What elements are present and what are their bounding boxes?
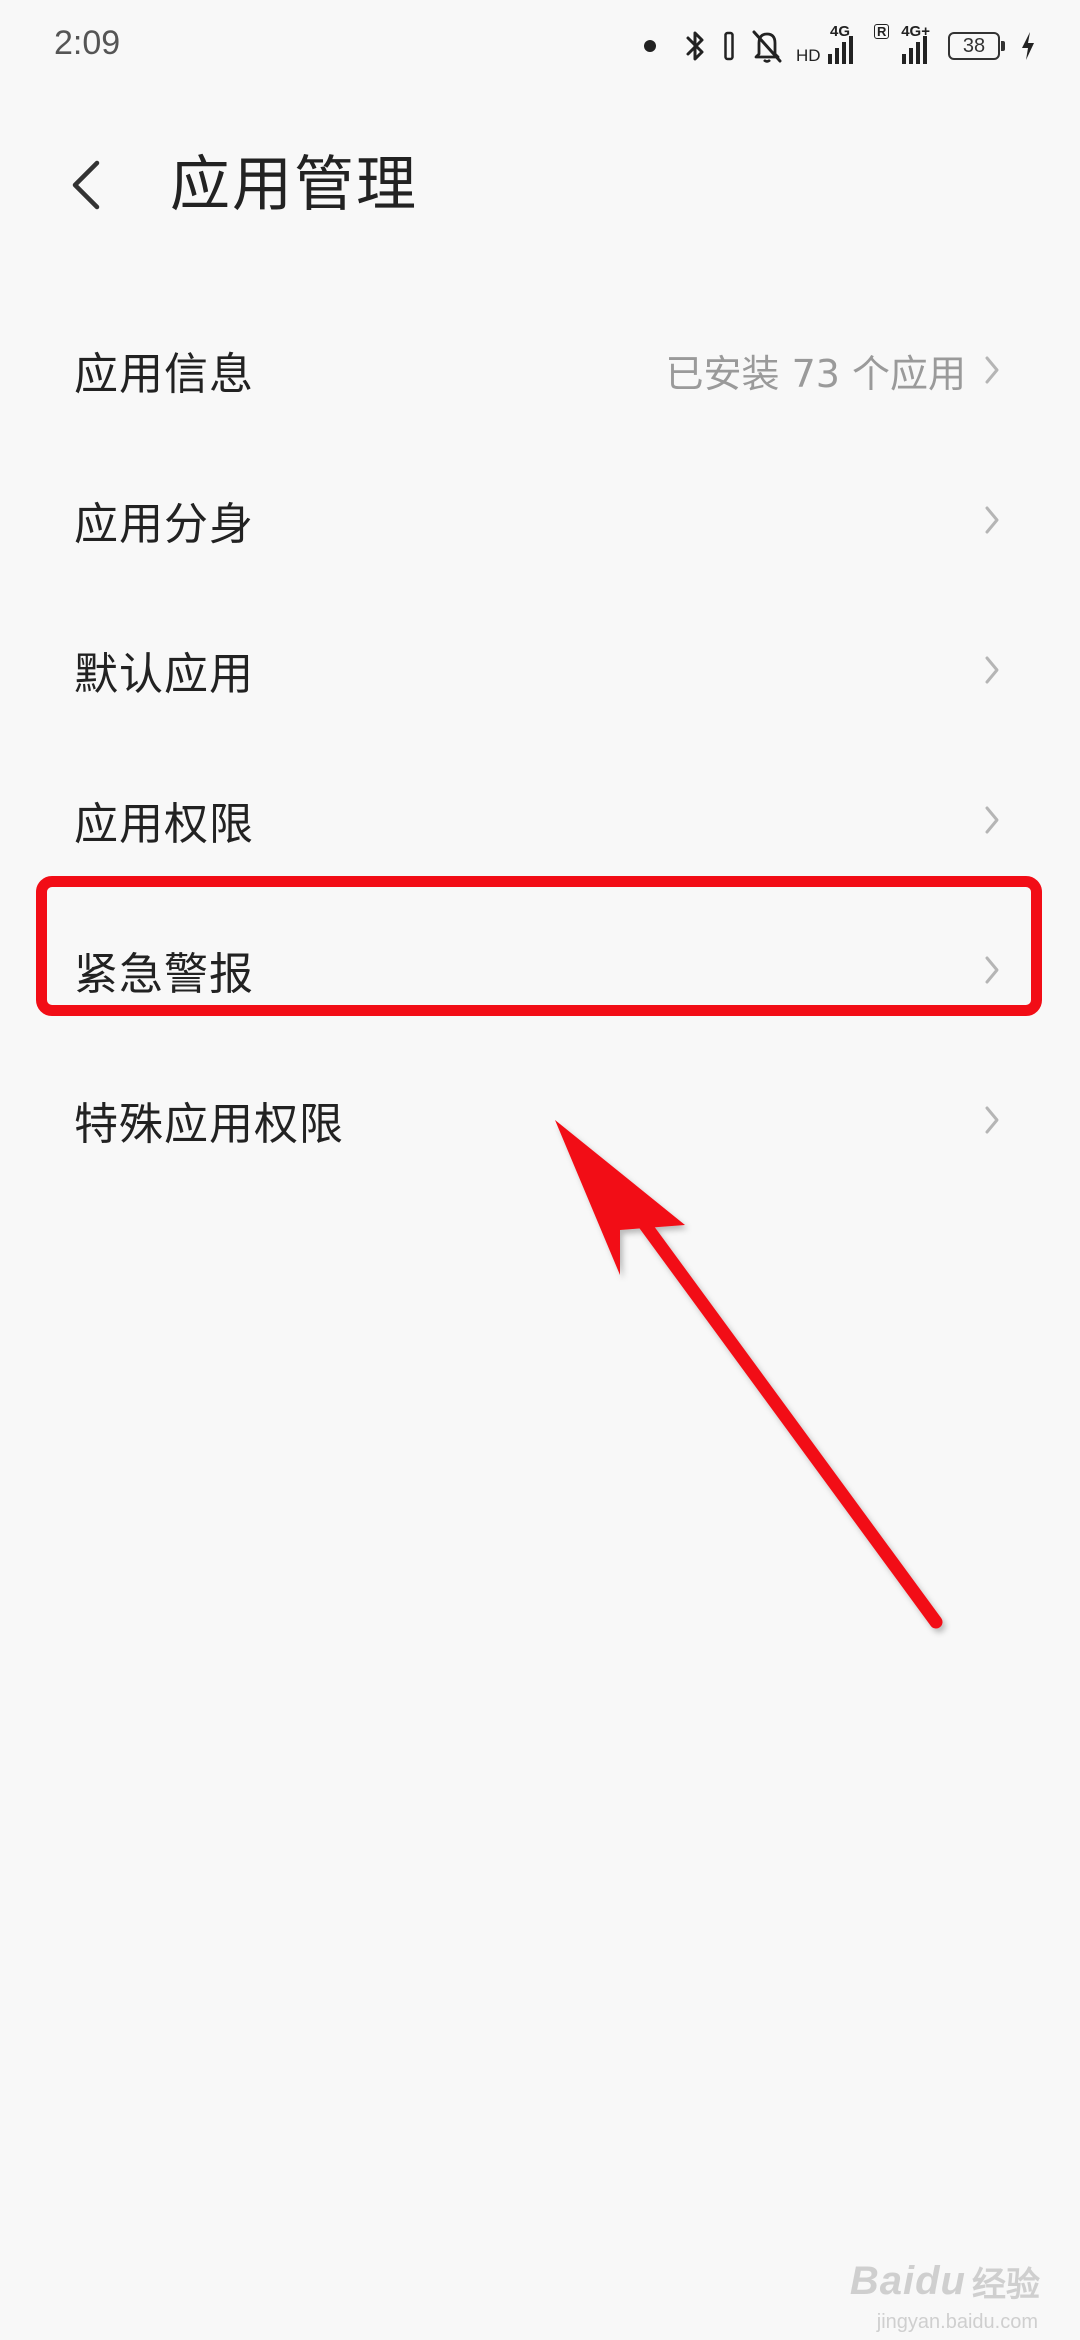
signal-1: 4G HD — [796, 24, 856, 66]
list-item-app-permissions[interactable]: 应用权限 — [0, 745, 1080, 895]
back-button[interactable] — [56, 150, 116, 220]
chevron-right-icon — [980, 1102, 1004, 1138]
chevron-left-icon — [72, 160, 100, 210]
charging-icon — [1020, 31, 1036, 61]
chevron-right-icon — [980, 802, 1004, 838]
status-time: 2:09 — [54, 24, 121, 62]
item-label: 应用权限 — [74, 799, 254, 850]
baidu-watermark: Baidu 经验 — [850, 2257, 1040, 2306]
mute-bell-icon — [750, 28, 784, 64]
item-label: 应用信息 — [74, 349, 254, 400]
chevron-right-icon — [980, 502, 1004, 538]
signal-2: R 4G+ — [872, 24, 932, 66]
signal-icon — [828, 36, 853, 64]
chevron-right-icon — [980, 352, 1004, 388]
status-icons: 4G HD R 4G+ 38 — [644, 22, 1036, 70]
list-item-default-apps[interactable]: 默认应用 — [0, 595, 1080, 745]
item-label: 应用分身 — [74, 499, 254, 550]
watermark-url: jingyan.baidu.com — [876, 2311, 1038, 2333]
item-value: 已安装 73 个应用 — [665, 351, 966, 396]
watermark-suffix: 经验 — [972, 2266, 1040, 2304]
chevron-right-icon — [980, 952, 1004, 988]
signal-icon — [902, 36, 927, 64]
bluetooth-icon — [684, 28, 708, 64]
vibrate-icon — [724, 31, 734, 61]
watermark-logo: Baidu — [849, 2259, 966, 2303]
page-title: 应用管理 — [170, 150, 418, 220]
list-item-app-clone[interactable]: 应用分身 — [0, 445, 1080, 595]
header: 应用管理 — [0, 120, 1080, 250]
settings-list: 应用信息 已安装 73 个应用 应用分身 默认应用 应用权限 紧急警报 特殊应用… — [0, 295, 1080, 1195]
chevron-right-icon — [980, 652, 1004, 688]
list-item-special-app-access[interactable]: 特殊应用权限 — [0, 1045, 1080, 1195]
list-item-emergency-alerts[interactable]: 紧急警报 — [0, 895, 1080, 1045]
status-bar: 2:09 4G HD R 4G+ 38 — [0, 0, 1080, 92]
battery-level: 38 — [962, 34, 986, 57]
item-label: 默认应用 — [74, 649, 254, 700]
notification-dot-icon — [644, 40, 656, 52]
list-item-app-info[interactable]: 应用信息 已安装 73 个应用 — [0, 295, 1080, 445]
item-label: 紧急警报 — [74, 949, 254, 1000]
item-label: 特殊应用权限 — [74, 1099, 344, 1150]
app-management-screen: 2:09 4G HD R 4G+ 38 应用管理 应用信息 已安装 73 个应用… — [0, 0, 1080, 2340]
battery-icon: 38 — [948, 32, 1005, 60]
